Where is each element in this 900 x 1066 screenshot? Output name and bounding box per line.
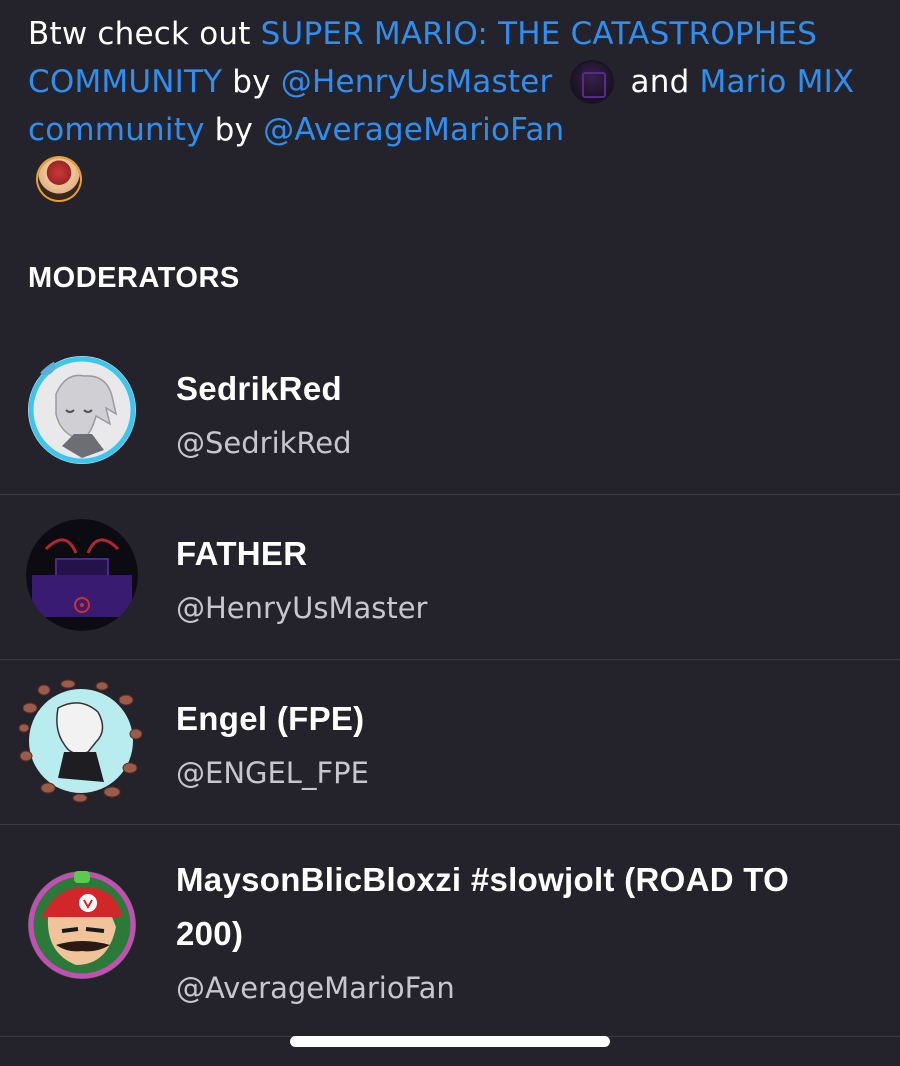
description-by-1: by [222, 64, 281, 100]
maysonblicbloxzi-avatar-image [28, 871, 136, 979]
description-prefix: Btw check out [28, 16, 261, 52]
father-avatar-image [26, 519, 138, 631]
moderator-name: Engel (FPE) [176, 700, 365, 737]
description-and: and [620, 64, 700, 100]
moderator-handle: @HenryUsMaster [176, 591, 428, 625]
mention-henryusmaster[interactable]: @HenryUsMaster [281, 64, 553, 100]
averagemariofan-inline-avatar[interactable] [38, 158, 80, 200]
moderator-row-sedrikred[interactable]: SedrikRed @SedrikRed [0, 330, 900, 495]
moderators-heading: MODERATORS [28, 262, 240, 294]
avatar[interactable] [18, 678, 144, 804]
engel-avatar-image [18, 679, 143, 803]
moderator-row-father[interactable]: FATHER @HenryUsMaster [0, 495, 900, 660]
moderator-list: SedrikRed @SedrikRed FATHER @HenryUsMast… [0, 330, 900, 1037]
sedrikred-avatar-image [28, 356, 136, 464]
community-description: Btw check out SUPER MARIO: THE CATASTROP… [28, 10, 888, 202]
mention-averagemariofan[interactable]: @AverageMarioFan [263, 112, 564, 148]
moderator-handle: @SedrikRed [176, 426, 352, 460]
moderator-handle: @AverageMarioFan [176, 971, 455, 1005]
moderator-name: MaysonBlicBloxzi #slowjolt (ROAD TO 200) [176, 861, 790, 952]
avatar[interactable] [26, 519, 138, 631]
moderator-row-engel[interactable]: Engel (FPE) @ENGEL_FPE [0, 660, 900, 825]
henryusmaster-inline-avatar[interactable] [570, 60, 615, 104]
moderator-handle: @ENGEL_FPE [176, 756, 369, 790]
moderator-row-maysonblicbloxzi[interactable]: MaysonBlicBloxzi #slowjolt (ROAD TO 200)… [0, 825, 900, 1037]
moderator-name: FATHER [176, 535, 308, 572]
home-indicator[interactable] [290, 1036, 610, 1047]
avatar[interactable] [26, 869, 138, 981]
description-by-2: by [204, 112, 264, 148]
avatar[interactable] [26, 354, 138, 466]
moderator-name: SedrikRed [176, 370, 342, 407]
